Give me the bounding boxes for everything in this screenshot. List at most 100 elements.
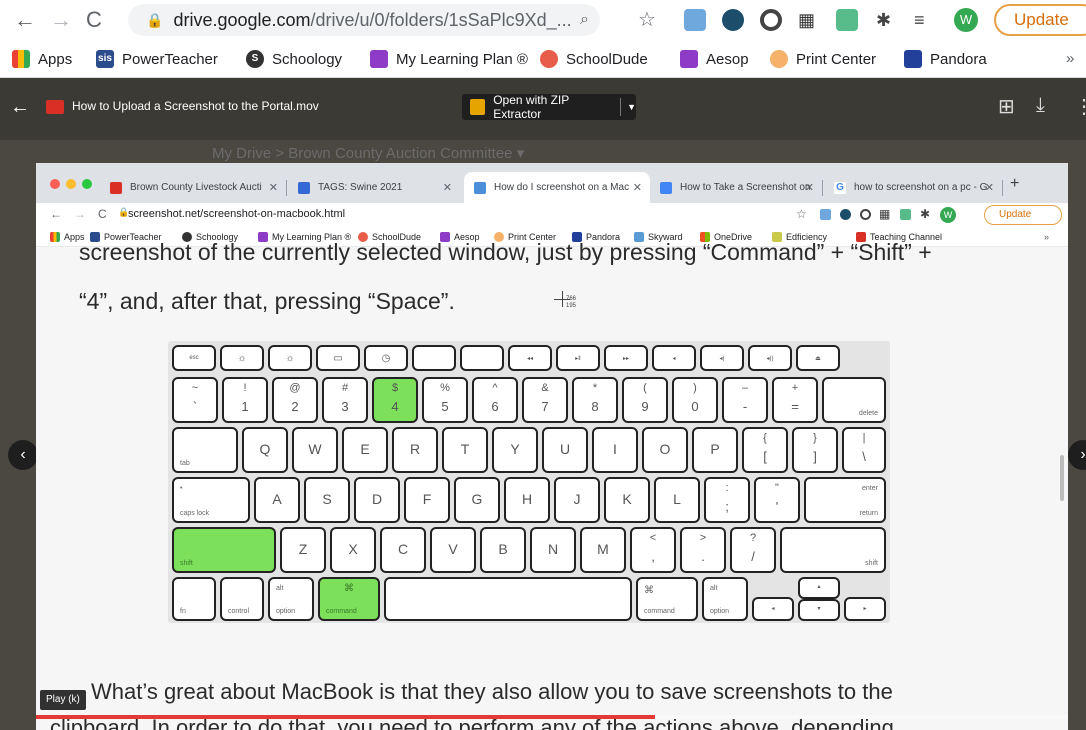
video-player[interactable]: Brown County Livestock Aucti ✕ TAGS: Swin… <box>36 163 1068 730</box>
tab-title: Brown County Livestock Aucti <box>130 182 262 193</box>
outer-toolbar: ← → C 🔒 drive.google.com/drive/u/0/folde… <box>0 0 1086 40</box>
key-j: J <box>554 477 600 523</box>
key-c: C <box>380 527 426 573</box>
key-f11: ◂) <box>700 345 744 371</box>
key-f7: ◂◂ <box>508 345 552 371</box>
key-l: L <box>654 477 700 523</box>
forward-icon: → <box>74 207 86 221</box>
article-text: screenshot of the currently selected win… <box>79 239 932 265</box>
star-icon: ☆ <box>796 207 807 221</box>
key-f3: ▭ <box>316 345 360 371</box>
bookmark-my-learning-plan[interactable]: My Learning Plan ® <box>370 50 528 68</box>
inner-tab: Brown County Livestock Aucti ✕ <box>100 172 286 203</box>
download-icon[interactable]: ⤓ <box>1036 94 1045 117</box>
key-shift-right: shift <box>780 527 886 573</box>
drive-breadcrumb: My Drive > Brown County Auction Committe… <box>212 145 525 162</box>
divider <box>620 98 622 116</box>
update-button[interactable]: Update <box>994 4 1086 36</box>
lock-icon: 🔒 <box>146 11 164 28</box>
key-equals: + = <box>772 377 818 423</box>
bookmark-aesop[interactable]: Aesop <box>680 50 749 68</box>
bookmark-schooldude[interactable]: SchoolDude <box>540 50 648 68</box>
playlist-icon[interactable]: ≡ <box>914 6 925 34</box>
key-h: H <box>504 477 550 523</box>
extension-icon[interactable] <box>684 9 706 31</box>
key-g: G <box>454 477 500 523</box>
inner-tab: TAGS: Swine 2021 ✕ <box>288 172 460 203</box>
key-control: control <box>220 577 264 621</box>
play-tooltip: Play (k) <box>40 690 86 710</box>
key-f: F <box>404 477 450 523</box>
maximize-window-icon <box>82 179 92 189</box>
key-f1: ☼ <box>220 345 264 371</box>
bookmark-powerteacher[interactable]: sis PowerTeacher <box>96 50 218 68</box>
key-6: ^ 6 <box>472 377 518 423</box>
extension-icon[interactable] <box>722 9 744 31</box>
bookmark-label: Schoology <box>272 50 343 68</box>
forward-icon[interactable]: → <box>50 6 72 34</box>
new-tab-icon: + <box>1010 175 1020 192</box>
close-window-icon <box>50 179 60 189</box>
article-text: What’s great about MacBook is that they … <box>91 679 893 704</box>
close-tab-icon: ✕ <box>442 182 452 194</box>
bookmarks-bar: Apps sis PowerTeacher S Schoology My Learn… <box>0 40 1086 78</box>
key-1: ! 1 <box>222 377 268 423</box>
key-f4: ◷ <box>364 345 408 371</box>
back-icon[interactable]: ← <box>14 6 36 34</box>
avatar[interactable]: W <box>954 8 978 32</box>
tab-favicon <box>660 181 672 194</box>
video-progress-fill <box>36 715 656 719</box>
cursor-y-readout: 195 <box>566 303 577 309</box>
open-with-button[interactable]: Open with ZIP Extractor ▼ <box>462 93 636 121</box>
zoom-icon[interactable]: ⌕ <box>580 11 589 29</box>
chevron-down-icon[interactable]: ▼ <box>627 102 636 112</box>
key-f9: ▸▸ <box>604 345 648 371</box>
grid-extension-icon[interactable]: ▦ <box>798 6 815 34</box>
extension-icon[interactable] <box>836 9 858 31</box>
tab-title: how to screenshot on a pc - G <box>854 182 988 193</box>
inner-url: screenshot.net/screenshot-on-macbook.htm… <box>128 208 346 220</box>
key-a: A <box>254 477 300 523</box>
puzzle-icon[interactable]: ✱ <box>876 6 891 34</box>
learning-plan-icon <box>370 50 388 68</box>
bookmark-apps[interactable]: Apps <box>12 50 72 68</box>
crosshair-cursor: 766 195 <box>554 285 584 315</box>
bookmark-label: Apps <box>38 50 73 68</box>
reload-icon: C <box>98 207 107 221</box>
key-y: Y <box>492 427 538 473</box>
add-to-drive-icon[interactable]: ⊞ <box>998 94 1015 119</box>
address-bar[interactable]: 🔒 drive.google.com/drive/u/0/folders/1sS… <box>128 4 600 36</box>
bookmark-pandora[interactable]: Pandora <box>904 50 987 68</box>
more-bookmarks-icon[interactable]: » <box>1066 50 1074 67</box>
bookmark-schoology[interactable]: S Schoology <box>246 50 342 68</box>
url-path: /drive/u/0/folders/1sSaPlc9Xd_... <box>310 9 572 30</box>
key-v: V <box>430 527 476 573</box>
schooldude-icon <box>540 50 558 68</box>
bookmark-label: SchoolDude <box>566 50 648 68</box>
previous-file-icon[interactable]: ‹ <box>8 440 38 470</box>
reload-icon[interactable]: C <box>86 6 102 34</box>
key-period: >. <box>680 527 726 573</box>
update-label: Update <box>1014 10 1069 29</box>
inner-toolbar: ← → C 🔒 screenshot.net/screenshot-on-mac… <box>36 203 1068 227</box>
bookmark-label: My Learning Plan ® <box>396 50 528 68</box>
key-minus: – - <box>722 377 768 423</box>
key-d: D <box>354 477 400 523</box>
bookmark-print-center[interactable]: Print Center <box>770 50 876 68</box>
video-progress-bar[interactable] <box>36 715 1068 719</box>
key-arrow-up: ▴ <box>798 577 840 599</box>
key-9: (9 <box>622 377 668 423</box>
tab-title: How to Take a Screenshot on <box>680 182 811 193</box>
key-i: I <box>592 427 638 473</box>
close-tab-icon: ✕ <box>804 182 814 194</box>
inner-tab: Ghow to screenshot on a pc - G ✕ <box>824 172 1002 203</box>
star-icon[interactable]: ☆ <box>638 6 656 34</box>
extension-icon <box>860 209 871 220</box>
close-preview-icon[interactable]: ← <box>10 96 30 119</box>
close-tab-icon: ✕ <box>984 182 994 194</box>
url-host: drive.google.com <box>173 9 311 30</box>
keyboard-illustration: esc ☼ ☼ ▭ ◷ ◂◂ ▸ǁ ▸▸ ◂ ◂) ◂)) ⏏ ~ ` ! 1 @2… <box>168 341 890 623</box>
more-options-icon[interactable]: ⋮ <box>1074 94 1086 119</box>
key-q: Q <box>242 427 288 473</box>
extension-icon[interactable] <box>760 9 782 31</box>
